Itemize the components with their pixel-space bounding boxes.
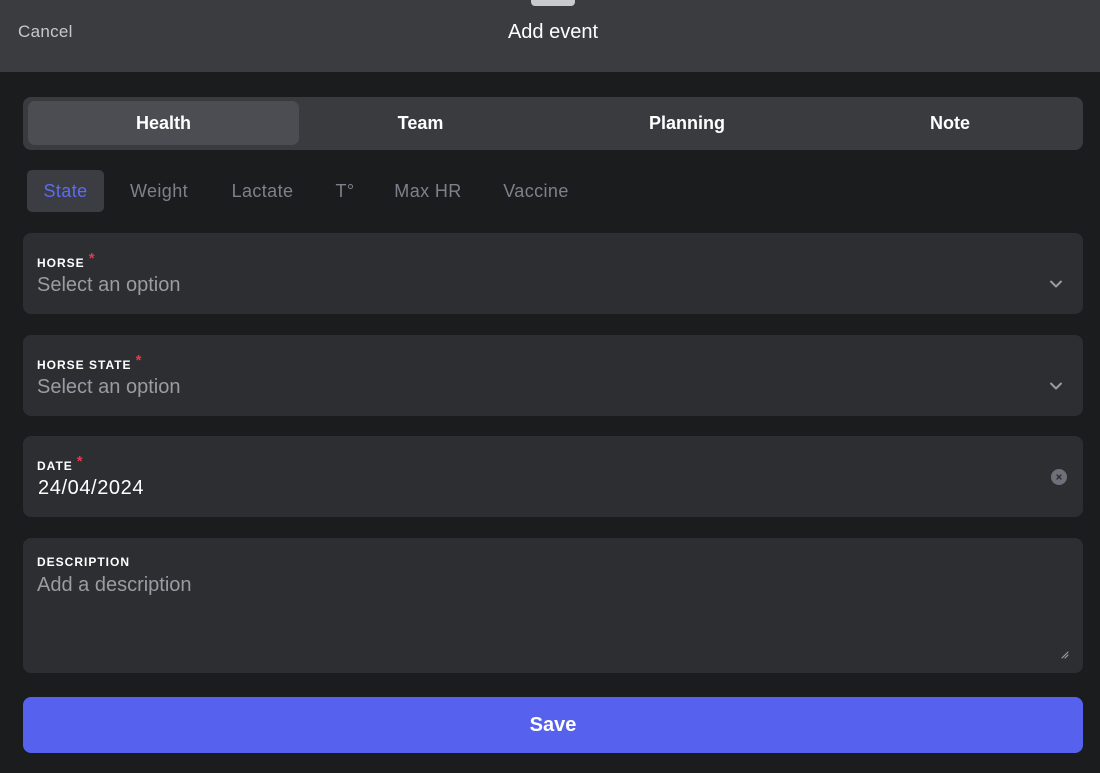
- clear-icon[interactable]: [1051, 469, 1067, 485]
- horse-state-select-value: Select an option: [37, 376, 181, 398]
- save-button[interactable]: Save: [23, 697, 1083, 753]
- description-textarea[interactable]: DESCRIPTION Add a description: [23, 538, 1083, 673]
- segment-health[interactable]: Health: [28, 101, 299, 145]
- segment-planning[interactable]: Planning: [542, 101, 832, 145]
- subtab-max-hr[interactable]: Max HR: [385, 170, 471, 212]
- description-label: DESCRIPTION: [37, 555, 131, 569]
- required-mark: *: [76, 453, 84, 470]
- resize-handle-icon[interactable]: [1059, 649, 1069, 659]
- subtab-lactate[interactable]: Lactate: [220, 170, 305, 212]
- horse-state-select[interactable]: HORSE STATE * Select an option: [23, 335, 1083, 416]
- horse-state-label: HORSE STATE *: [37, 352, 143, 372]
- required-mark: *: [135, 352, 143, 369]
- chevron-down-icon: [1050, 382, 1062, 390]
- page-title: Add event: [507, 21, 599, 43]
- chevron-down-icon: [1050, 280, 1062, 288]
- subtab-weight[interactable]: Weight: [118, 170, 200, 212]
- sheet-grabber[interactable]: [531, 0, 575, 6]
- modal-header: Cancel Add event: [0, 0, 1100, 72]
- horse-select-value: Select an option: [37, 274, 181, 296]
- segment-team[interactable]: Team: [299, 101, 542, 145]
- subtab-state[interactable]: State: [27, 170, 104, 212]
- description-placeholder: Add a description: [37, 574, 192, 596]
- required-mark: *: [88, 250, 96, 267]
- date-label: DATE *: [37, 453, 84, 473]
- horse-label: HORSE *: [37, 250, 96, 270]
- subtab-temperature[interactable]: T°: [325, 170, 365, 212]
- category-segmented-control: Health Team Planning Note: [23, 97, 1083, 150]
- subtab-vaccine[interactable]: Vaccine: [491, 170, 581, 212]
- segment-note[interactable]: Note: [832, 101, 1068, 145]
- date-value: 24/04/2024: [38, 477, 145, 499]
- date-field[interactable]: DATE * 24/04/2024: [23, 436, 1083, 517]
- horse-select[interactable]: HORSE * Select an option: [23, 233, 1083, 314]
